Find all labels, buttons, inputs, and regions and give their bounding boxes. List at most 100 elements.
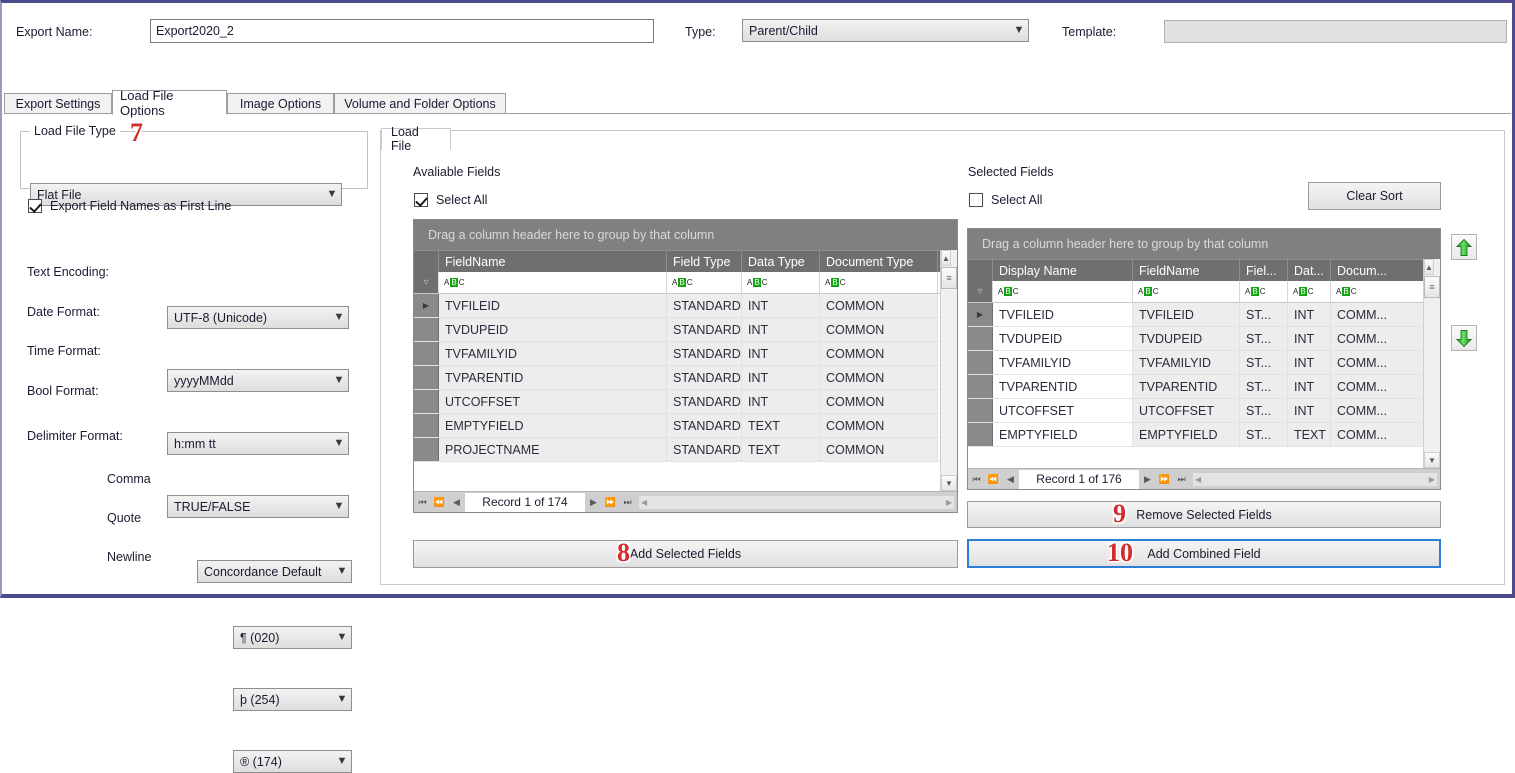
table-row[interactable]: ▶ TVFILEID STANDARD INT COMMON: [414, 294, 957, 318]
row-header-cell[interactable]: [968, 375, 993, 398]
table-cell[interactable]: STANDARD: [667, 342, 742, 365]
available-group-bar[interactable]: Drag a column header here to group by th…: [414, 220, 957, 250]
row-header-cell[interactable]: [968, 423, 993, 446]
selected-select-all-row[interactable]: Select All: [969, 193, 1042, 207]
filter-abc-icon[interactable]: ABC: [998, 286, 1018, 297]
table-cell[interactable]: TEXT: [1288, 423, 1331, 446]
text-encoding-dropdown[interactable]: UTF-8 (Unicode) ▼: [167, 306, 349, 329]
add-selected-fields-button[interactable]: Add Selected Fields: [413, 540, 958, 568]
type-dropdown[interactable]: Parent/Child ▼: [742, 19, 1029, 42]
table-cell[interactable]: COMMON: [820, 342, 938, 365]
table-cell[interactable]: TVFAMILYID: [439, 342, 667, 365]
nav-prev-icon[interactable]: ◀: [448, 493, 465, 512]
table-cell[interactable]: STANDARD: [667, 318, 742, 341]
table-row[interactable]: UTCOFFSET STANDARD INT COMMON: [414, 390, 957, 414]
table-row[interactable]: TVPARENTID TVPARENTID ST... INT COMM...: [968, 375, 1440, 399]
clear-sort-button[interactable]: Clear Sort: [1308, 182, 1441, 210]
table-cell[interactable]: EMPTYFIELD: [993, 423, 1133, 446]
selected-col-displayname[interactable]: Display Name: [993, 260, 1133, 281]
table-cell[interactable]: INT: [742, 390, 820, 413]
available-horizontal-scrollbar[interactable]: ◀ ▶: [638, 494, 955, 510]
table-cell[interactable]: INT: [742, 294, 820, 317]
nav-next-page-icon[interactable]: ⏩: [1156, 470, 1173, 489]
nav-first-icon[interactable]: ⏮: [414, 493, 431, 512]
scroll-up-icon[interactable]: ▲: [941, 250, 951, 266]
filter-abc-icon[interactable]: ABC: [1245, 286, 1265, 297]
row-header-cell[interactable]: [968, 351, 993, 374]
table-cell[interactable]: COMMON: [820, 390, 938, 413]
move-down-button[interactable]: [1451, 325, 1477, 351]
filter-abc-icon[interactable]: ABC: [672, 277, 692, 288]
filter-abc-icon[interactable]: ABC: [747, 277, 767, 288]
export-field-names-checkbox[interactable]: [28, 199, 42, 213]
nav-next-page-icon[interactable]: ⏩: [602, 493, 619, 512]
table-cell[interactable]: TEXT: [742, 438, 820, 461]
available-select-all-row[interactable]: Select All: [414, 193, 487, 207]
move-up-button[interactable]: [1451, 234, 1477, 260]
table-cell[interactable]: UTCOFFSET: [439, 390, 667, 413]
table-cell[interactable]: INT: [1288, 351, 1331, 374]
filter-abc-icon[interactable]: ABC: [1138, 286, 1158, 297]
nav-last-icon[interactable]: ⏭: [619, 493, 636, 512]
row-header-cell[interactable]: [414, 414, 439, 437]
table-cell[interactable]: TVDUPEID: [1133, 327, 1240, 350]
table-cell[interactable]: TEXT: [742, 414, 820, 437]
table-row[interactable]: ▶ TVFILEID TVFILEID ST... INT COMM...: [968, 303, 1440, 327]
filter-abc-icon[interactable]: ABC: [825, 277, 845, 288]
table-cell[interactable]: COMMON: [820, 414, 938, 437]
table-cell[interactable]: INT: [1288, 303, 1331, 326]
table-cell[interactable]: STANDARD: [667, 390, 742, 413]
bool-format-dropdown[interactable]: TRUE/FALSE ▼: [167, 495, 349, 518]
available-select-all-checkbox[interactable]: [414, 193, 428, 207]
tab-load-file-options[interactable]: Load File Options: [112, 88, 227, 118]
selected-fields-grid[interactable]: Drag a column header here to group by th…: [967, 228, 1441, 490]
row-header-cell[interactable]: [414, 318, 439, 341]
table-cell[interactable]: TVPARENTID: [993, 375, 1133, 398]
row-header-cell[interactable]: [968, 327, 993, 350]
selected-record-navigator[interactable]: ⏮ ⏪ ◀ Record 1 of 176 ▶ ⏩ ⏭ ◀ ▶: [968, 468, 1440, 489]
selected-vertical-scrollbar[interactable]: ▲ ≡ ▼: [1423, 259, 1440, 468]
table-cell[interactable]: ST...: [1240, 399, 1288, 422]
table-cell[interactable]: INT: [1288, 327, 1331, 350]
table-cell[interactable]: ST...: [1240, 375, 1288, 398]
row-header-cell[interactable]: [414, 390, 439, 413]
table-cell[interactable]: UTCOFFSET: [1133, 399, 1240, 422]
table-cell[interactable]: INT: [1288, 399, 1331, 422]
nav-prev-page-icon[interactable]: ⏪: [985, 470, 1002, 489]
available-fields-grid[interactable]: Drag a column header here to group by th…: [413, 219, 958, 513]
table-cell[interactable]: TVPARENTID: [439, 366, 667, 389]
available-col-datatype[interactable]: Data Type: [742, 251, 820, 272]
export-field-names-row[interactable]: Export Field Names as First Line: [28, 199, 231, 213]
table-row[interactable]: EMPTYFIELD STANDARD TEXT COMMON: [414, 414, 957, 438]
available-col-fieldtype[interactable]: Field Type: [667, 251, 742, 272]
table-cell[interactable]: EMPTYFIELD: [439, 414, 667, 437]
add-combined-field-button[interactable]: Add Combined Field: [967, 539, 1441, 568]
table-row[interactable]: TVDUPEID STANDARD INT COMMON: [414, 318, 957, 342]
selected-group-bar[interactable]: Drag a column header here to group by th…: [968, 229, 1440, 259]
table-cell[interactable]: EMPTYFIELD: [1133, 423, 1240, 446]
filter-abc-icon[interactable]: ABC: [1336, 286, 1356, 297]
filter-abc-icon[interactable]: ABC: [444, 277, 464, 288]
table-cell[interactable]: PROJECTNAME: [439, 438, 667, 461]
table-cell[interactable]: STANDARD: [667, 414, 742, 437]
row-header-cell[interactable]: [414, 342, 439, 365]
table-cell[interactable]: STANDARD: [667, 438, 742, 461]
selected-scroll-thumb[interactable]: ≡: [1424, 276, 1440, 298]
table-cell[interactable]: INT: [1288, 375, 1331, 398]
table-row[interactable]: TVFAMILYID TVFAMILYID ST... INT COMM...: [968, 351, 1440, 375]
date-format-dropdown[interactable]: yyyyMMdd ▼: [167, 369, 349, 392]
table-cell[interactable]: TVFILEID: [993, 303, 1133, 326]
table-row[interactable]: TVDUPEID TVDUPEID ST... INT COMM...: [968, 327, 1440, 351]
row-header-cell[interactable]: ▶: [968, 303, 993, 326]
table-cell[interactable]: COMMON: [820, 438, 938, 461]
table-cell[interactable]: INT: [742, 366, 820, 389]
table-cell[interactable]: TVDUPEID: [993, 327, 1133, 350]
table-cell[interactable]: ST...: [1240, 423, 1288, 446]
row-header-cell[interactable]: [414, 366, 439, 389]
available-record-navigator[interactable]: ⏮ ⏪ ◀ Record 1 of 174 ▶ ⏩ ⏭ ◀ ▶: [414, 491, 957, 512]
nav-next-icon[interactable]: ▶: [585, 493, 602, 512]
inner-tab-load-file[interactable]: Load File: [381, 125, 451, 153]
table-cell[interactable]: COMMON: [820, 294, 938, 317]
available-col-fieldname[interactable]: FieldName: [439, 251, 667, 272]
row-header-cell[interactable]: ▶: [414, 294, 439, 317]
